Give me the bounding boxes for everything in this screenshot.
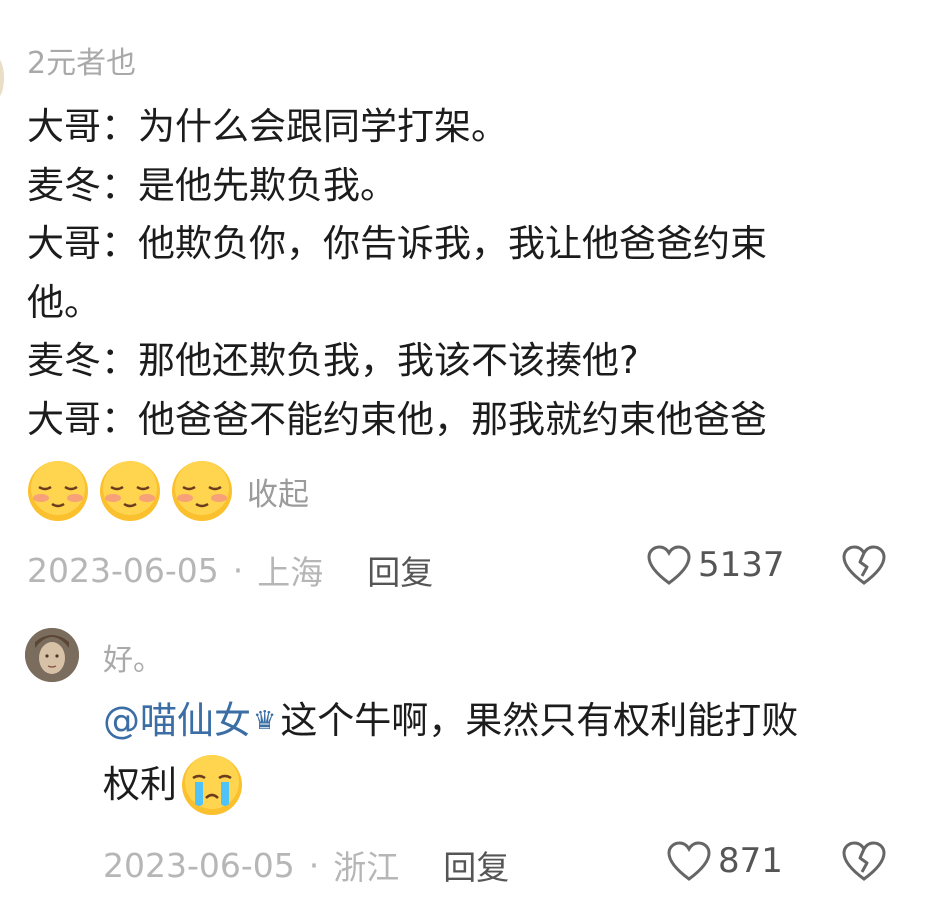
comment-line: 大哥：他欺负你，你告诉我，我让他爸爸约束 <box>27 222 767 265</box>
like-count: 5137 <box>698 545 785 585</box>
reply-button[interactable]: 回复 <box>367 546 433 594</box>
meta-separator: · <box>308 845 320 885</box>
comment-text: 大哥：为什么会跟同学打架。 麦冬：是他先欺负我。 大哥：他欺负你，你告诉我，我让… <box>27 98 907 449</box>
dislike-button[interactable] <box>841 840 887 886</box>
crying-face-icon <box>182 755 242 815</box>
reply-button[interactable]: 回复 <box>443 841 509 889</box>
comment-username[interactable]: 2元者也 <box>27 38 136 82</box>
comment-line: 权利 <box>103 752 903 818</box>
comment-line: 他。 <box>27 280 101 324</box>
comment-line: 大哥：他爸爸不能约束他，那我就约束他爸爸 <box>27 397 767 441</box>
comment-line: @喵仙女 ♛ 这个牛啊，果然只有权利能打败 <box>103 690 903 752</box>
broken-heart-icon <box>842 545 886 585</box>
comment-line-text: 这个牛啊，果然只有权利能打败 <box>280 699 799 742</box>
comment-meta: 2023-06-05 · 上海 回复 <box>27 546 433 594</box>
avatar[interactable] <box>25 628 79 682</box>
emoji-row: 收起 <box>25 458 309 524</box>
dislike-button[interactable] <box>841 544 887 590</box>
comment-line-text: 权利 <box>103 763 177 806</box>
comment-text: @喵仙女 ♛ 这个牛啊，果然只有权利能打败 权利 <box>103 690 903 818</box>
meta-separator: · <box>232 550 244 590</box>
shy-face-icon <box>97 458 163 524</box>
heart-icon <box>667 841 711 881</box>
shy-face-icon <box>25 458 91 524</box>
heart-icon <box>647 545 691 585</box>
comment-date: 2023-06-05 <box>103 845 295 885</box>
collapse-button[interactable]: 收起 <box>247 469 309 514</box>
shy-face-icon <box>169 458 235 524</box>
comment-date: 2023-06-05 <box>27 550 219 590</box>
comment-location: 浙江 <box>333 848 400 887</box>
comment-username[interactable]: 好。 <box>103 635 163 679</box>
like-count: 871 <box>718 841 783 881</box>
crown-icon: ♛ <box>253 706 277 736</box>
comment-line: 麦冬：是他先欺负我。 <box>27 163 397 207</box>
like-button[interactable]: 5137 <box>646 544 785 586</box>
broken-heart-icon <box>842 841 886 881</box>
mention-link[interactable]: @喵仙女 <box>103 690 251 752</box>
comment-line: 麦冬：那他还欺负我，我该不该揍他? <box>27 339 639 382</box>
comment-line: 大哥：为什么会跟同学打架。 <box>27 105 508 148</box>
comment-meta: 2023-06-05 · 浙江 回复 <box>103 841 509 889</box>
like-button[interactable]: 871 <box>666 840 783 882</box>
comment-location: 上海 <box>257 553 324 592</box>
avatar[interactable] <box>0 58 4 98</box>
